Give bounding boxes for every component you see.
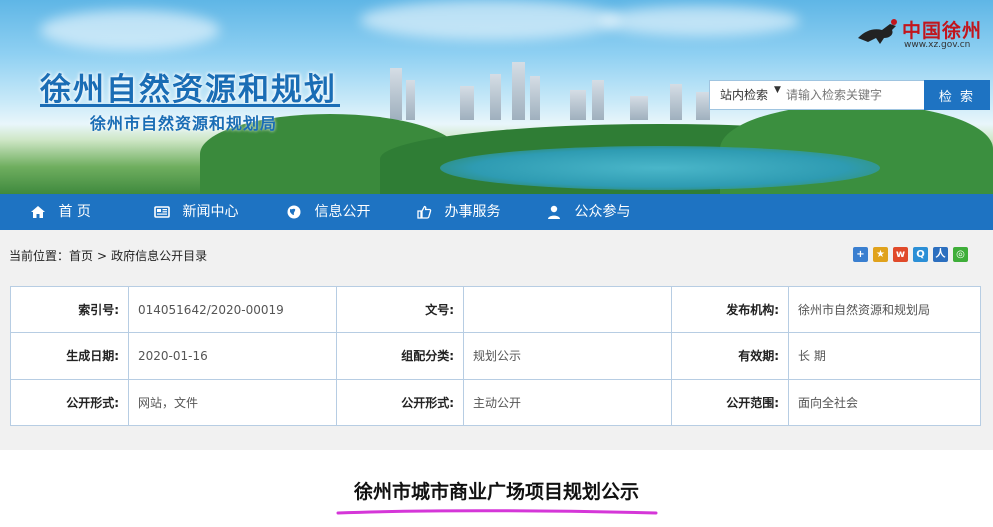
thumbs-up-icon — [417, 205, 432, 219]
site-title: 徐州自然资源和规划 — [40, 72, 337, 108]
site-subtitle: 徐州市自然资源和规划局 — [90, 114, 278, 133]
document-info-table: 索引号: 014051642/2020-00019 文号: 发布机构: 徐州市自… — [10, 285, 981, 427]
info-label: 发布机构: — [671, 285, 789, 334]
renren-share-icon[interactable]: 人 — [933, 247, 948, 262]
weibo-share-icon[interactable]: w — [893, 247, 908, 262]
nav-item-news[interactable]: 新闻中心 — [154, 194, 238, 230]
site-search: 站内检索 ▼ 检 索 — [709, 80, 990, 110]
logo-url: www.xz.gov.cn — [904, 40, 971, 50]
user-icon — [548, 205, 560, 219]
info-label: 公开形式: — [336, 378, 464, 427]
table-row: 公开形式: 网站，文件 公开形式: 主动公开 公开范围: 面向全社会 — [10, 378, 981, 427]
nav-item-home[interactable]: 首 页 — [30, 194, 91, 230]
home-icon — [31, 206, 45, 218]
breadcrumb-current-link[interactable]: 政府信息公开目录 — [111, 249, 207, 263]
info-label: 索引号: — [10, 285, 129, 334]
breadcrumb-separator: > — [97, 249, 108, 263]
title-rule — [40, 104, 340, 107]
nav-label: 新闻中心 — [182, 204, 239, 220]
caret-down-icon[interactable]: ▼ — [774, 85, 781, 95]
nav-label: 公众参与 — [574, 204, 631, 220]
info-value: 面向全社会 — [788, 378, 981, 427]
table-row: 生成日期: 2020-01-16 组配分类: 规划公示 有效期: 长 期 — [10, 332, 981, 380]
nav-item-services[interactable]: 办事服务 — [416, 194, 500, 230]
info-value: 014051642/2020-00019 — [128, 285, 337, 334]
info-label: 文号: — [336, 285, 464, 334]
star-share-icon[interactable]: ★ — [873, 247, 888, 262]
globe-icon — [287, 205, 301, 219]
article-title: 徐州市城市商业广场项目规划公示 — [353, 481, 639, 503]
breadcrumb-prefix: 当前位置： — [9, 249, 70, 263]
nav-label: 办事服务 — [444, 204, 501, 220]
logo-text: 中国徐州 — [902, 20, 983, 42]
article-panel: 徐州市城市商业广场项目规划公示 — [0, 450, 993, 527]
breadcrumb-home-link[interactable]: 首页 — [69, 249, 93, 263]
breadcrumb: 当前位置：首页 > 政府信息公开目录 — [9, 247, 207, 264]
add-share-icon[interactable]: + — [853, 247, 868, 262]
info-value — [463, 285, 672, 334]
banner-cloud — [360, 0, 620, 40]
xuzhou-logo[interactable]: 中国徐州 www.xz.gov.cn — [856, 14, 986, 54]
info-value: 网站，文件 — [128, 378, 337, 427]
wechat-share-icon[interactable]: ◎ — [953, 247, 968, 262]
banner-cloud — [40, 10, 220, 50]
horse-logo-icon — [858, 19, 897, 44]
info-value: 长 期 — [788, 332, 981, 380]
main-nav: 首 页 新闻中心 信息公开 办事服务 公众参与 — [0, 194, 993, 230]
newspaper-icon — [154, 206, 170, 218]
info-value: 规划公示 — [463, 332, 672, 380]
nav-label: 信息公开 — [314, 204, 371, 220]
search-button[interactable]: 检 索 — [924, 80, 990, 110]
search-scope-select[interactable]: 站内检索 — [710, 81, 784, 109]
info-label: 公开范围: — [671, 378, 789, 427]
nav-label: 首 页 — [58, 204, 91, 220]
search-input[interactable] — [786, 84, 914, 106]
nav-item-info-disclosure[interactable]: 信息公开 — [286, 194, 370, 230]
header-banner: 徐州自然资源和规划 徐州市自然资源和规划局 中国徐州 www.xz.gov.cn… — [0, 0, 993, 194]
info-label: 组配分类: — [336, 332, 464, 380]
nav-item-public-participation[interactable]: 公众参与 — [546, 194, 630, 230]
info-label: 公开形式: — [10, 378, 129, 427]
lake — [440, 146, 880, 190]
share-toolbar: + ★ w Q 人 ◎ — [853, 247, 973, 263]
info-value: 2020-01-16 — [128, 332, 337, 380]
title-underline-mark — [336, 509, 658, 515]
city-skyline — [330, 60, 760, 120]
info-label: 生成日期: — [10, 332, 129, 380]
info-label: 有效期: — [671, 332, 789, 380]
table-row: 索引号: 014051642/2020-00019 文号: 发布机构: 徐州市自… — [10, 285, 981, 334]
info-value: 徐州市自然资源和规划局 — [788, 285, 981, 334]
qzone-share-icon[interactable]: Q — [913, 247, 928, 262]
banner-cloud — [600, 6, 800, 36]
info-value: 主动公开 — [463, 378, 672, 427]
